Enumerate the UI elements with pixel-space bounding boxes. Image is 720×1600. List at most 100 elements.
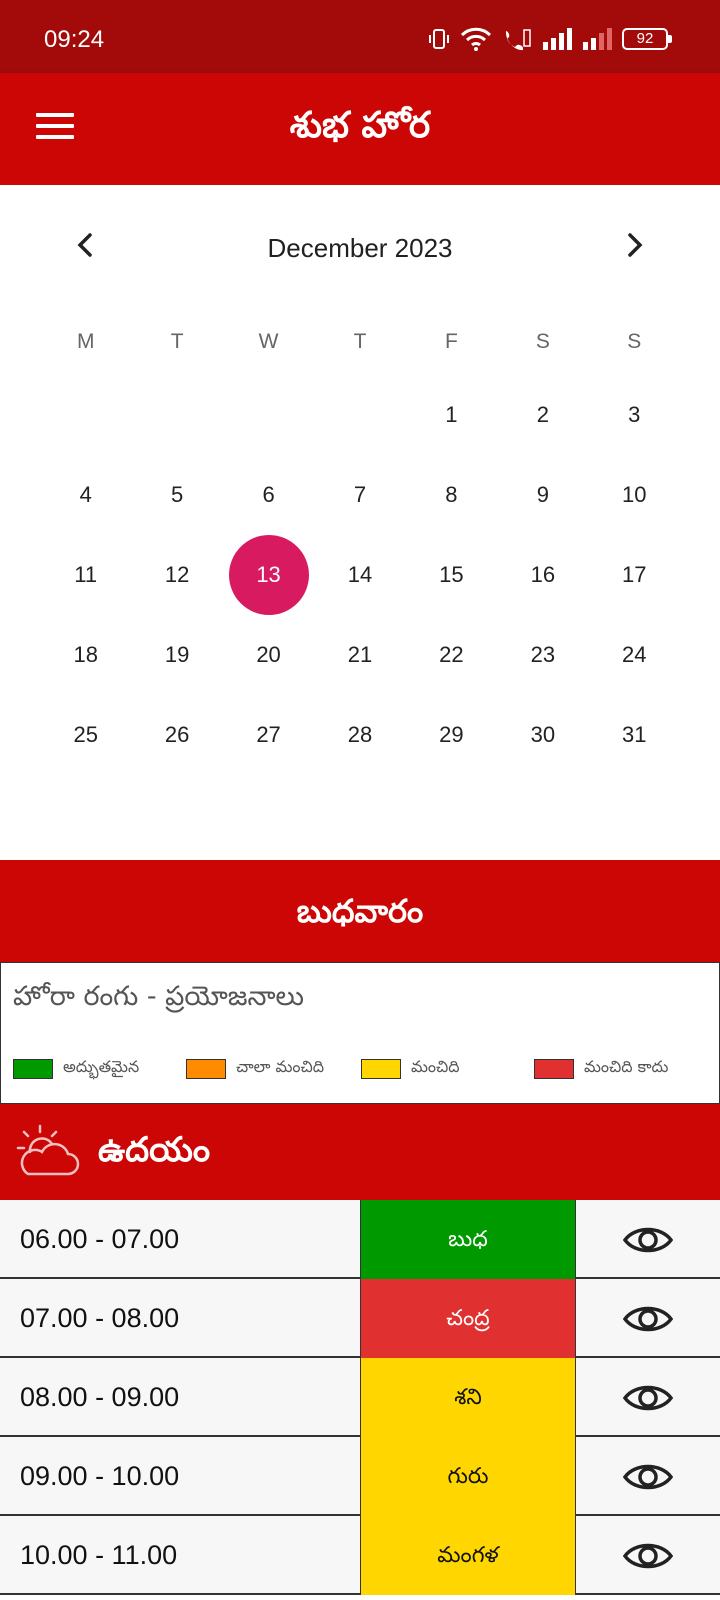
- calendar-day[interactable]: 24: [589, 615, 680, 695]
- hora-time: 09.00 - 10.00: [20, 1461, 180, 1491]
- calendar-day[interactable]: 6: [223, 455, 314, 535]
- calendar-day-number: 11: [74, 562, 98, 587]
- hora-time: 06.00 - 07.00: [20, 1224, 180, 1254]
- next-month-button[interactable]: [614, 225, 654, 265]
- weekday-label: M: [76, 330, 95, 353]
- app-title: శుభ హోర: [289, 105, 431, 146]
- calendar-day[interactable]: 11: [40, 535, 131, 615]
- chevron-right-icon: [628, 233, 643, 257]
- calendar-day-number: 3: [628, 402, 641, 427]
- legend-label: చాలా మంచిది: [236, 1057, 325, 1076]
- calendar-day-number: 2: [536, 402, 549, 427]
- calendar-day-number: 27: [256, 722, 281, 747]
- calendar-day-number: 9: [536, 482, 549, 507]
- calendar-day[interactable]: 19: [131, 615, 222, 695]
- calendar-day[interactable]: 29: [406, 695, 497, 775]
- calendar-day[interactable]: 31: [589, 695, 680, 775]
- signal-icon: [543, 28, 572, 50]
- view-details-button[interactable]: [620, 1358, 676, 1437]
- calendar-day-number: 18: [73, 642, 98, 667]
- calendar-day[interactable]: 5: [131, 455, 222, 535]
- hora-row: 09.00 - 10.00 గురు: [0, 1437, 720, 1516]
- calendar-day[interactable]: 9: [497, 455, 588, 535]
- status-icons: 92: [428, 24, 672, 54]
- calendar-day-number: 21: [347, 642, 373, 667]
- calendar-empty-cell: [314, 375, 405, 455]
- hora-planet: చంద్ర: [360, 1279, 576, 1358]
- calendar-day[interactable]: 7: [314, 455, 405, 535]
- calendar: December 2023 M T W T F S S 1 2 3 4 5 6 7 8 9 10 1…: [0, 185, 720, 860]
- calendar-day-number: 5: [171, 482, 184, 507]
- app-bar: శుభ హోర: [0, 73, 720, 185]
- calendar-day[interactable]: 2: [497, 375, 588, 455]
- calendar-day-number: 26: [164, 722, 190, 747]
- calendar-empty-cell: [131, 375, 222, 455]
- status-time: 09:24: [44, 26, 105, 53]
- calendar-day-number: 14: [347, 562, 373, 587]
- hora-planet: బుధ: [360, 1200, 576, 1279]
- calendar-day[interactable]: 10: [589, 455, 680, 535]
- status-bar: 09:24 92: [0, 0, 720, 73]
- view-details-button[interactable]: [620, 1279, 676, 1358]
- hora-planet: గురు: [360, 1437, 576, 1516]
- weekday-label: T: [353, 330, 367, 353]
- hora-color-legend: హోరా రంగు - ప్రయోజనాలు అద్భుతమైన చాలా మం…: [0, 962, 720, 1104]
- calendar-day[interactable]: 20: [223, 615, 314, 695]
- calendar-day[interactable]: 21: [314, 615, 405, 695]
- calendar-day-selected[interactable]: 13: [223, 535, 314, 615]
- wifi-icon: [460, 27, 492, 51]
- calendar-day[interactable]: 3: [589, 375, 680, 455]
- calendar-day[interactable]: 22: [406, 615, 497, 695]
- calendar-day[interactable]: 4: [40, 455, 131, 535]
- eye-icon: [623, 1306, 673, 1331]
- calendar-day-number: 20: [256, 642, 281, 667]
- morning-section-header: ఉదయం: [0, 1104, 720, 1200]
- calendar-day-number: 22: [439, 642, 464, 667]
- weekday-label: W: [258, 330, 279, 353]
- calendar-day[interactable]: 30: [497, 695, 588, 775]
- calendar-day-number: 8: [445, 482, 458, 507]
- calendar-month-label: December 2023: [267, 233, 453, 263]
- calendar-day[interactable]: 15: [406, 535, 497, 615]
- legend-swatch-yellow: [361, 1058, 401, 1079]
- calendar-day[interactable]: 25: [40, 695, 131, 775]
- weekday-header: M T W T F S S: [40, 327, 680, 357]
- calendar-day[interactable]: 16: [497, 535, 588, 615]
- eye-icon: [623, 1227, 673, 1252]
- view-details-button[interactable]: [620, 1200, 676, 1279]
- hora-row: 07.00 - 08.00 చంద్ర: [0, 1279, 720, 1358]
- eye-icon: [623, 1385, 673, 1410]
- calendar-day-number: 13: [228, 535, 309, 615]
- calendar-day[interactable]: 28: [314, 695, 405, 775]
- hora-table: 06.00 - 07.00 బుధ 07.00 - 08.00 చంద్ర 08.00 …: [0, 1200, 720, 1595]
- calendar-day-number: 25: [73, 722, 98, 747]
- legend-title: హోరా రంగు - ప్రయోజనాలు: [13, 981, 305, 1012]
- calendar-day-number: 12: [164, 562, 190, 587]
- legend-item: అద్భుతమైన: [13, 1057, 139, 1080]
- calendar-day[interactable]: 18: [40, 615, 131, 695]
- battery-icon: 92: [622, 28, 672, 50]
- calendar-day[interactable]: 23: [497, 615, 588, 695]
- legend-label: అద్భుతమైన: [63, 1057, 140, 1076]
- legend-swatch-red: [534, 1058, 574, 1079]
- calendar-day[interactable]: 26: [131, 695, 222, 775]
- calendar-empty-cell: [223, 375, 314, 455]
- calendar-day-number: 29: [439, 722, 464, 747]
- calendar-day-number: 7: [353, 482, 367, 507]
- legend-item: చాలా మంచిది: [186, 1057, 324, 1080]
- weekday-label: S: [627, 330, 642, 353]
- wifi-calling-icon: [505, 29, 531, 51]
- calendar-day[interactable]: 17: [589, 535, 680, 615]
- calendar-day[interactable]: 27: [223, 695, 314, 775]
- calendar-day[interactable]: 14: [314, 535, 405, 615]
- calendar-day-number: 19: [164, 642, 190, 667]
- eye-icon: [623, 1464, 673, 1489]
- calendar-day-number: 24: [622, 642, 647, 667]
- vibrate-icon: [429, 29, 449, 49]
- calendar-day[interactable]: 1: [406, 375, 497, 455]
- calendar-day[interactable]: 12: [131, 535, 222, 615]
- view-details-button[interactable]: [620, 1437, 676, 1516]
- calendar-day[interactable]: 8: [406, 455, 497, 535]
- view-details-button[interactable]: [620, 1516, 676, 1595]
- calendar-day-number: 28: [347, 722, 373, 747]
